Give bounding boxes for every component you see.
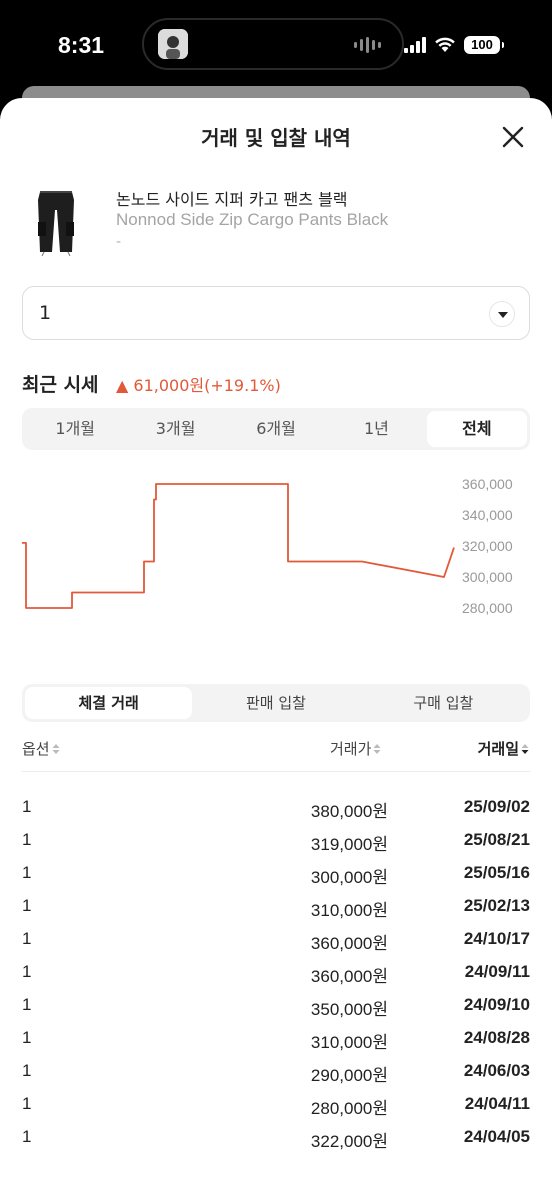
cell-price: 310,000원 <box>310 1033 388 1052</box>
wifi-icon <box>435 37 455 52</box>
cell-price: 350,000원 <box>310 1000 388 1019</box>
sort-descending-icon <box>521 743 529 754</box>
cell-date: 25/08/21 <box>463 830 530 849</box>
battery-indicator: 100 <box>464 36 504 54</box>
column-price-label: 거래가 <box>330 740 372 758</box>
cell-price: 300,000원 <box>310 868 388 887</box>
trade-history-sheet: 거래 및 입찰 내역 논노드 사이드 지퍼 카고 팬츠 블랙 Nonnod Si… <box>0 98 552 1200</box>
column-header-date[interactable]: 거래일 <box>478 738 530 759</box>
cell-option: 1 <box>22 1061 32 1080</box>
system-icons: 100 <box>404 36 504 54</box>
size-select-value: 1 <box>39 302 52 324</box>
y-tick-label: 320,000 <box>462 538 513 554</box>
recent-price-change: ▲ 61,000원(+19.1%) <box>116 376 281 395</box>
column-header-option[interactable]: 옵션 <box>22 738 61 759</box>
cell-date: 24/09/11 <box>464 962 530 981</box>
tab-buy-bids[interactable]: 구매 입찰 <box>360 687 527 719</box>
cell-option: 1 <box>22 1094 32 1113</box>
cell-price: 319,000원 <box>310 835 388 854</box>
trade-table-body: 1 380,000원 25/09/02 1 319,000원 25/08/21 1 300,0… <box>22 792 530 1155</box>
cell-date: 25/05/16 <box>463 863 530 882</box>
tab-1-month[interactable]: 1개월 <box>25 411 125 447</box>
column-date-label: 거래일 <box>477 740 519 758</box>
size-select[interactable]: 1 <box>22 286 530 340</box>
cell-price: 360,000원 <box>310 967 388 986</box>
tab-6-months[interactable]: 6개월 <box>226 411 326 447</box>
now-playing-thumbnail <box>158 29 188 59</box>
cell-date: 24/10/17 <box>463 929 530 948</box>
period-tabs: 1개월 3개월 6개월 1년 전체 <box>22 408 530 450</box>
table-row: 1 319,000원 25/08/21 <box>22 825 530 858</box>
product-info: 논노드 사이드 지퍼 카고 팬츠 블랙 Nonnod Side Zip Carg… <box>22 186 532 262</box>
tab-sell-bids[interactable]: 판매 입찰 <box>192 687 359 719</box>
table-row: 1 350,000원 24/09/10 <box>22 990 530 1023</box>
cell-date: 25/09/02 <box>463 797 530 816</box>
table-row: 1 360,000원 24/10/17 <box>22 924 530 957</box>
table-row: 1 322,000원 24/04/05 <box>22 1122 530 1155</box>
audio-wave-icon <box>354 37 384 53</box>
cell-option: 1 <box>22 896 32 915</box>
sheet-title: 거래 및 입찰 내역 <box>201 126 351 150</box>
product-option: - <box>116 234 122 250</box>
y-tick-label: 340,000 <box>462 507 513 523</box>
tab-1-year[interactable]: 1년 <box>326 411 426 447</box>
close-icon <box>502 126 524 148</box>
table-row: 1 310,000원 25/02/13 <box>22 891 530 924</box>
close-button[interactable] <box>498 122 528 152</box>
tab-completed-trades[interactable]: 체결 거래 <box>25 687 193 719</box>
cell-date: 24/09/10 <box>463 995 530 1014</box>
cell-price: 290,000원 <box>310 1066 388 1085</box>
dynamic-island[interactable] <box>142 18 404 70</box>
table-row: 1 280,000원 24/04/11 <box>22 1089 530 1122</box>
product-thumbnail <box>22 188 90 258</box>
cell-option: 1 <box>22 830 32 849</box>
table-row: 1 360,000원 24/09/11 <box>22 957 530 990</box>
cell-option: 1 <box>22 797 32 816</box>
cell-option: 1 <box>22 1028 32 1047</box>
y-tick-label: 300,000 <box>462 569 513 585</box>
table-row: 1 380,000원 25/09/02 <box>22 792 530 825</box>
sort-icon <box>52 743 60 754</box>
column-header-price[interactable]: 거래가 <box>330 738 382 759</box>
tab-3-months[interactable]: 3개월 <box>125 411 225 447</box>
price-chart: 360,000 340,000 320,000 300,000 280,000 <box>22 476 513 616</box>
column-option-label: 옵션 <box>22 740 50 758</box>
chevron-down-icon <box>489 301 515 327</box>
cell-price: 310,000원 <box>310 901 388 920</box>
y-tick-label: 280,000 <box>462 600 513 616</box>
cell-option: 1 <box>22 962 32 981</box>
tab-all[interactable]: 전체 <box>426 411 528 447</box>
sort-icon <box>373 743 381 754</box>
cell-price: 280,000원 <box>310 1099 388 1118</box>
cellular-signal-icon <box>404 37 426 53</box>
cell-option: 1 <box>22 929 32 948</box>
cell-option: 1 <box>22 1127 32 1146</box>
cell-date: 24/06/03 <box>463 1061 530 1080</box>
y-tick-label: 360,000 <box>462 476 513 492</box>
cell-date: 24/08/28 <box>463 1028 530 1047</box>
cell-price: 380,000원 <box>310 802 388 821</box>
cell-option: 1 <box>22 863 32 882</box>
cell-option: 1 <box>22 995 32 1014</box>
trade-tabs: 체결 거래 판매 입찰 구매 입찰 <box>22 684 530 722</box>
table-row: 1 290,000원 24/06/03 <box>22 1056 530 1089</box>
cell-date: 24/04/05 <box>463 1127 530 1146</box>
cell-date: 24/04/11 <box>464 1094 530 1113</box>
status-bar: 8:31 100 <box>0 0 552 92</box>
table-row: 1 310,000원 24/08/28 <box>22 1023 530 1056</box>
cell-price: 360,000원 <box>310 934 388 953</box>
cell-price: 322,000원 <box>310 1132 388 1151</box>
recent-price-title: 최근 시세 <box>22 374 99 396</box>
status-time: 8:31 <box>58 32 105 58</box>
cell-date: 25/02/13 <box>463 896 530 915</box>
table-header: 옵션 거래가 거래일 <box>22 738 530 772</box>
table-row: 1 300,000원 25/05/16 <box>22 858 530 891</box>
price-series-line <box>22 483 455 609</box>
product-name-english: Nonnod Side Zip Cargo Pants Black <box>116 210 389 229</box>
product-name-korean: 논노드 사이드 지퍼 카고 팬츠 블랙 <box>116 190 348 209</box>
